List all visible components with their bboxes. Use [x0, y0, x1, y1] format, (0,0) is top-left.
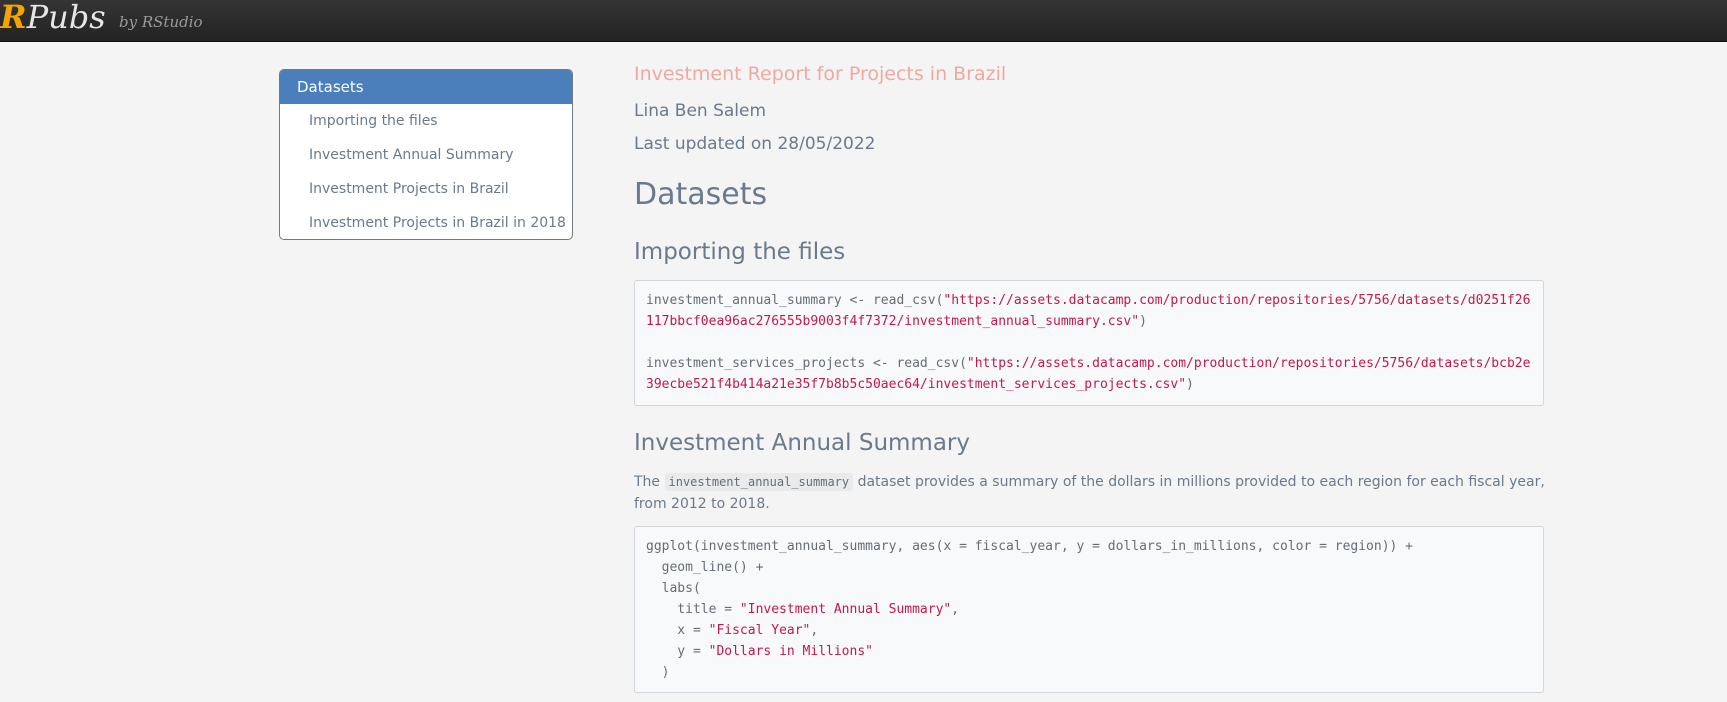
table-of-contents: Datasets Importing the files Investment …	[279, 69, 573, 240]
code-line: investment_services_projects <- read_csv…	[646, 356, 1531, 371]
rpubs-logo[interactable]: RPubs	[0, 0, 106, 37]
logo-pubs: Pubs	[26, 0, 106, 36]
toc-item-importing-files[interactable]: Importing the files	[280, 104, 572, 138]
toc-item-projects-brazil-2018[interactable]: Investment Projects in Brazil in 2018	[280, 206, 572, 239]
toc-item-projects-brazil[interactable]: Investment Projects in Brazil	[280, 172, 572, 206]
code-line: geom_line() +	[646, 560, 764, 575]
code-line: ggplot(investment_annual_summary, aes(x …	[646, 539, 1414, 554]
logo-r: R	[0, 0, 27, 36]
section-heading-importing: Importing the files	[634, 239, 846, 265]
report-title: Investment Report for Projects in Brazil	[634, 63, 1007, 85]
byline: by RStudio	[119, 13, 203, 31]
top-navbar: RPubs by RStudio	[0, 0, 1727, 42]
code-line: 117bbcf0ea96ac276555b9003f4f7372/investm…	[646, 314, 1147, 329]
code-block-ggplot[interactable]: ggplot(investment_annual_summary, aes(x …	[634, 526, 1544, 693]
section-heading-datasets: Datasets	[634, 177, 768, 212]
code-line: labs(	[646, 581, 701, 596]
toc-item-datasets[interactable]: Datasets	[280, 70, 572, 104]
report-date: Last updated on 28/05/2022	[634, 134, 876, 154]
code-line: )	[646, 665, 670, 680]
code-line: 39ecbe521f4b414a21e35f7b8b5c50aec64/inve…	[646, 377, 1194, 392]
report-author: Lina Ben Salem	[634, 101, 767, 121]
paragraph-annual-summary: The investment_annual_summary dataset pr…	[634, 473, 1545, 512]
section-heading-annual-summary: Investment Annual Summary	[634, 430, 970, 456]
code-line: investment_annual_summary <- read_csv("h…	[646, 293, 1531, 308]
code-line: title = "Investment Annual Summary",	[646, 602, 960, 617]
code-line: y = "Dollars in Millions"	[646, 644, 873, 659]
code-block-import[interactable]: investment_annual_summary <- read_csv("h…	[634, 280, 1544, 406]
toc-item-annual-summary[interactable]: Investment Annual Summary	[280, 138, 572, 172]
code-line: x = "Fiscal Year",	[646, 623, 819, 638]
inline-code: investment_annual_summary	[664, 473, 854, 491]
